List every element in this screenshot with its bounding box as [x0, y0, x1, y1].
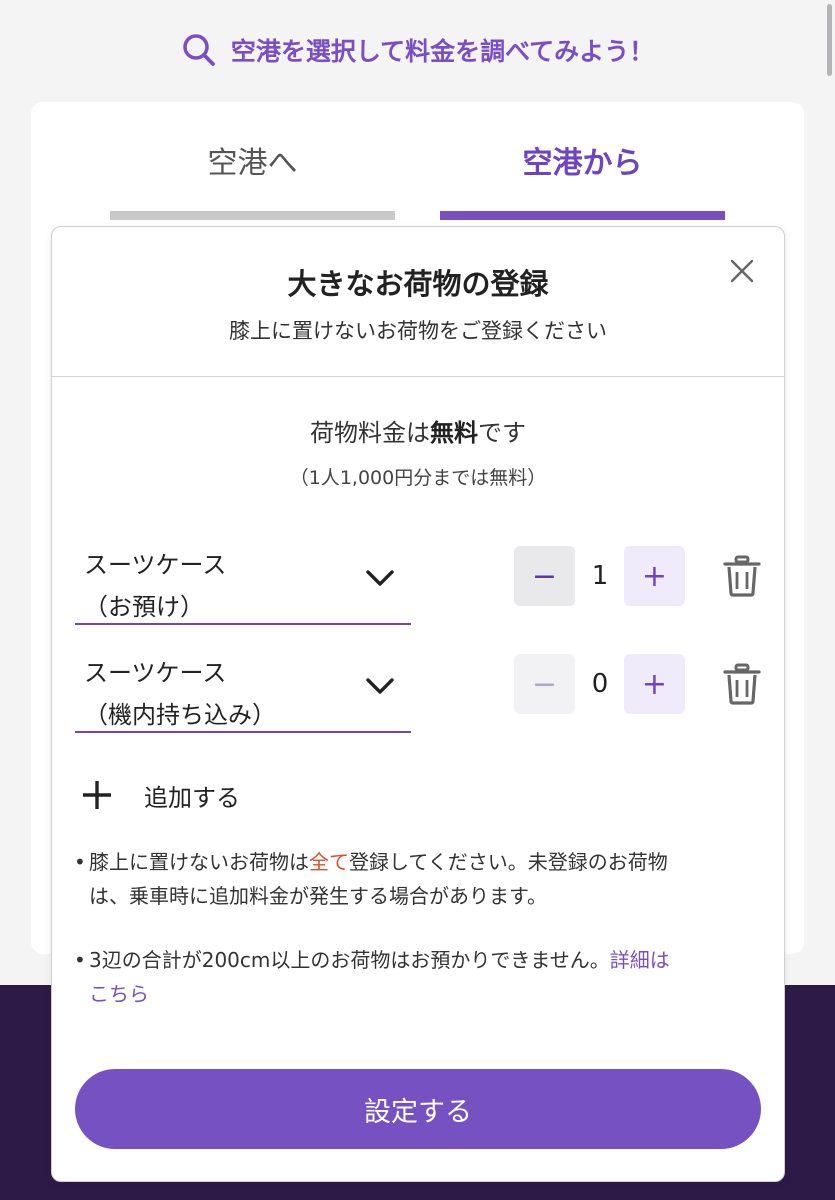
modal-title: 大きなお荷物の登録 [287, 267, 549, 301]
note-text: 3辺の合計が200cm以上のお荷物はお預かりできません。 [89, 948, 610, 972]
fee-free: 無料 [430, 419, 478, 447]
bag-type-select[interactable]: スーツケース （機内持ち込み） [75, 653, 411, 733]
bag-type-sublabel: （お預け） [84, 593, 204, 621]
fee-prefix: 荷物料金は [310, 419, 430, 447]
bag-type-label: スーツケース [84, 659, 227, 687]
fee-info: 荷物料金は無料です [52, 413, 784, 448]
bullet: • [74, 948, 86, 972]
fee-note: （1人1,000円分までは無料） [289, 467, 547, 489]
tab-indicator-active [440, 211, 725, 220]
add-luggage-button[interactable]: 追加する [80, 775, 240, 815]
increment-button[interactable]: + [624, 654, 685, 714]
note-text: 膝上に置けないお荷物は [89, 850, 309, 874]
note-emphasis: 全て [309, 850, 349, 874]
details-link[interactable]: 詳細は [610, 948, 670, 972]
note-text: 登録してください。未登録のお荷物 [349, 850, 668, 874]
plus-icon [83, 781, 111, 809]
bag-type-select[interactable]: スーツケース （お預け） [75, 545, 411, 625]
tab-label: 空港から [522, 146, 643, 181]
bullet: • [74, 850, 86, 874]
tab-indicator [110, 211, 395, 220]
search-icon [183, 34, 215, 66]
bag-type-label: スーツケース [84, 551, 227, 579]
fee-suffix: です [478, 419, 526, 447]
note-register-all: • 膝上に置けないお荷物は全て登録してください。未登録のお荷物 は、乗車時に追加料… [74, 845, 764, 913]
tab-label: 空港へ [207, 146, 298, 181]
close-icon [730, 259, 754, 283]
close-button[interactable] [726, 255, 758, 287]
modal-subtitle: 膝上に置けないお荷物をご登録ください [229, 319, 607, 343]
tab-from-airport[interactable]: 空港から [440, 142, 725, 222]
tab-to-airport[interactable]: 空港へ [110, 142, 395, 222]
bag-count: 0 [591, 669, 609, 699]
bag-row: スーツケース （お預け） − 1 + [75, 545, 765, 625]
bag-count: 1 [591, 561, 609, 591]
decrement-button[interactable]: − [514, 546, 575, 606]
trash-icon[interactable] [722, 555, 762, 597]
increment-button[interactable]: + [624, 546, 685, 606]
luggage-modal: 大きなお荷物の登録 膝上に置けないお荷物をご登録ください 荷物料金は無料です （… [51, 226, 785, 1182]
add-label: 追加する [144, 783, 240, 812]
bag-type-sublabel: （機内持ち込み） [84, 701, 276, 729]
prompt-text: 空港を選択して料金を調べてみよう！ [230, 37, 655, 66]
chevron-down-icon [366, 678, 394, 694]
decrement-button[interactable]: − [514, 654, 575, 714]
search-prompt: 空港を選択して料金を調べてみよう！ [0, 30, 835, 70]
bag-row: スーツケース （機内持ち込み） − 0 + [75, 653, 765, 733]
modal-header: 大きなお荷物の登録 膝上に置けないお荷物をご登録ください [52, 227, 784, 377]
note-size-limit: • 3辺の合計が200cm以上のお荷物はお預かりできません。詳細は こちら [74, 943, 764, 1011]
chevron-down-icon [366, 570, 394, 586]
details-link[interactable]: こちら [89, 982, 149, 1006]
note-text: は、乗車時に追加料金が発生する場合があります。 [89, 884, 547, 908]
submit-button[interactable]: 設定する [75, 1069, 761, 1149]
trash-icon[interactable] [722, 663, 762, 705]
